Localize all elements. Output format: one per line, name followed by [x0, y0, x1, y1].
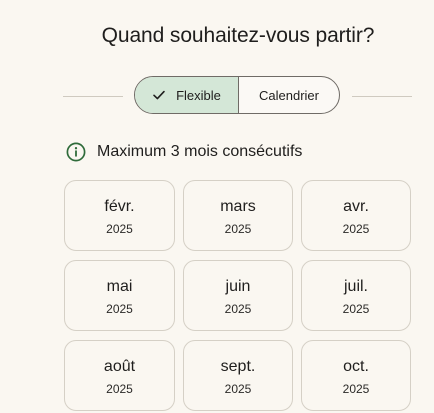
month-name: oct. — [343, 358, 369, 375]
month-year: 2025 — [106, 302, 133, 316]
month-year: 2025 — [342, 222, 370, 236]
month-name: mars — [220, 198, 256, 215]
divider-left — [63, 96, 123, 97]
divider-right — [352, 96, 412, 97]
month-year: 2025 — [106, 222, 133, 236]
month-name: sept. — [220, 358, 256, 375]
month-name: juil. — [343, 278, 368, 295]
month-card-jun[interactable]: juin 2025 — [183, 260, 293, 331]
month-card-apr[interactable]: avr. 2025 — [301, 180, 411, 251]
month-card-may[interactable]: mai 2025 — [64, 260, 175, 331]
toggle-calendar[interactable]: Calendrier — [239, 77, 339, 113]
month-grid: févr. 2025 mars 2025 avr. 2025 mai 2025 … — [64, 180, 411, 411]
info-text: Maximum 3 mois consécutifs — [97, 143, 303, 160]
month-card-mar[interactable]: mars 2025 — [183, 180, 293, 251]
month-card-sep[interactable]: sept. 2025 — [183, 340, 293, 411]
month-year: 2025 — [342, 382, 370, 396]
month-year: 2025 — [224, 302, 252, 316]
check-icon — [152, 88, 166, 102]
month-name: août — [103, 358, 136, 375]
toggle-calendar-label: Calendrier — [259, 87, 319, 103]
month-card-aug[interactable]: août 2025 — [64, 340, 175, 411]
info-message: Maximum 3 mois consécutifs — [66, 142, 302, 162]
info-icon — [66, 142, 86, 162]
month-year: 2025 — [224, 382, 252, 396]
page-title: Quand souhaitez-vous partir? — [101, 24, 375, 47]
month-card-feb[interactable]: févr. 2025 — [64, 180, 175, 251]
month-name: mai — [106, 278, 133, 295]
month-year: 2025 — [106, 382, 133, 396]
month-card-jul[interactable]: juil. 2025 — [301, 260, 411, 331]
month-name: févr. — [104, 198, 135, 215]
month-year: 2025 — [342, 302, 370, 316]
month-name: avr. — [343, 198, 369, 215]
month-year: 2025 — [224, 222, 252, 236]
date-mode-toggle: Flexible Calendrier — [134, 76, 340, 114]
toggle-flexible[interactable]: Flexible — [135, 77, 239, 113]
month-card-oct[interactable]: oct. 2025 — [301, 340, 411, 411]
toggle-flexible-label: Flexible — [176, 87, 221, 103]
month-name: juin — [225, 278, 251, 295]
